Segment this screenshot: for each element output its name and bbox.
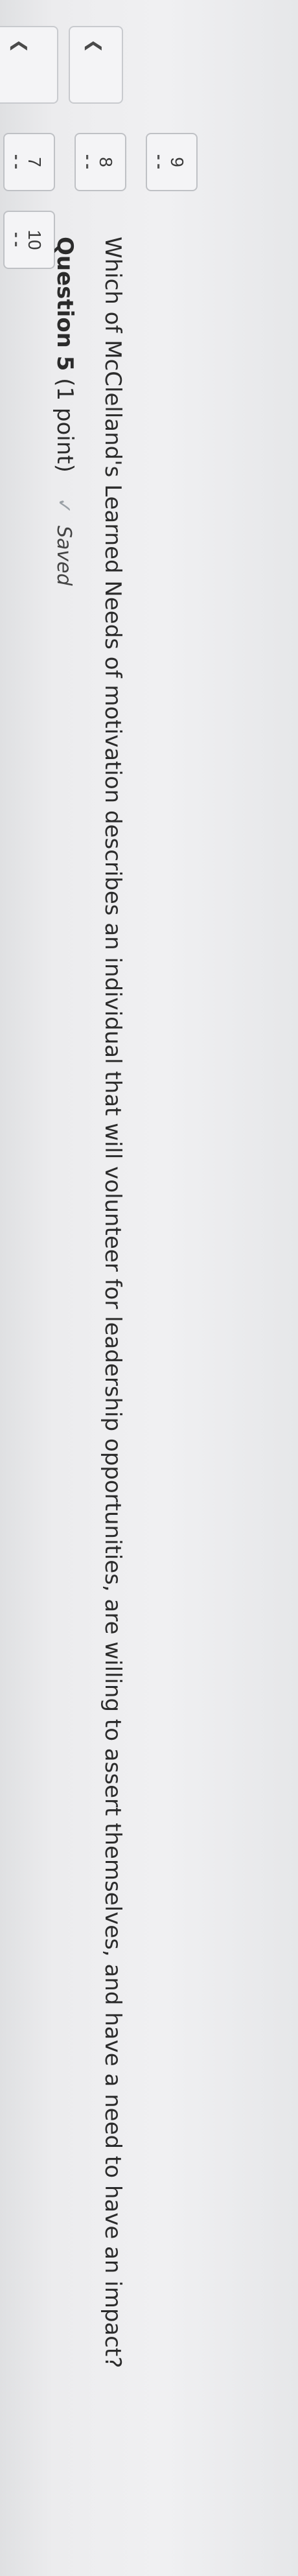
photo-stage: ❮ ❮ 7 -- 8 -- 9 -- 10 -- Question 5 (1 p… — [0, 0, 298, 2576]
question-status: -- — [150, 152, 166, 172]
chevron-icon: ❮ — [84, 39, 104, 53]
question-status: -- — [8, 152, 24, 172]
question-number: 8 — [96, 157, 116, 167]
question-nav-tile-partial[interactable] — [69, 26, 123, 104]
question-header: Question 5 (1 point) ✓ Saved — [52, 237, 78, 586]
question-points: (1 point) — [52, 378, 78, 473]
question-number: 7 — [25, 157, 45, 167]
question-status: -- — [79, 152, 95, 172]
saved-label: Saved — [52, 525, 75, 586]
check-icon: ✓ — [52, 497, 75, 514]
saved-status: ✓ Saved — [52, 498, 75, 586]
question-text: Which of McClelland's Learned Needs of m… — [100, 237, 126, 2369]
question-nav-9[interactable]: 9 -- — [146, 133, 198, 191]
question-nav-tile-partial[interactable] — [0, 26, 58, 104]
question-nav-8[interactable]: 8 -- — [74, 133, 126, 191]
question-nav-7[interactable]: 7 -- — [3, 133, 55, 191]
question-status: -- — [8, 230, 24, 250]
quiz-screen: ❮ ❮ 7 -- 8 -- 9 -- 10 -- Question 5 (1 p… — [0, 0, 298, 2576]
question-number: 9 — [167, 157, 187, 167]
question-nav-10[interactable]: 10 -- — [3, 211, 55, 269]
question-title: Question 5 — [52, 237, 78, 371]
question-number: 10 — [25, 229, 45, 250]
chevron-icon: ❮ — [10, 39, 29, 53]
